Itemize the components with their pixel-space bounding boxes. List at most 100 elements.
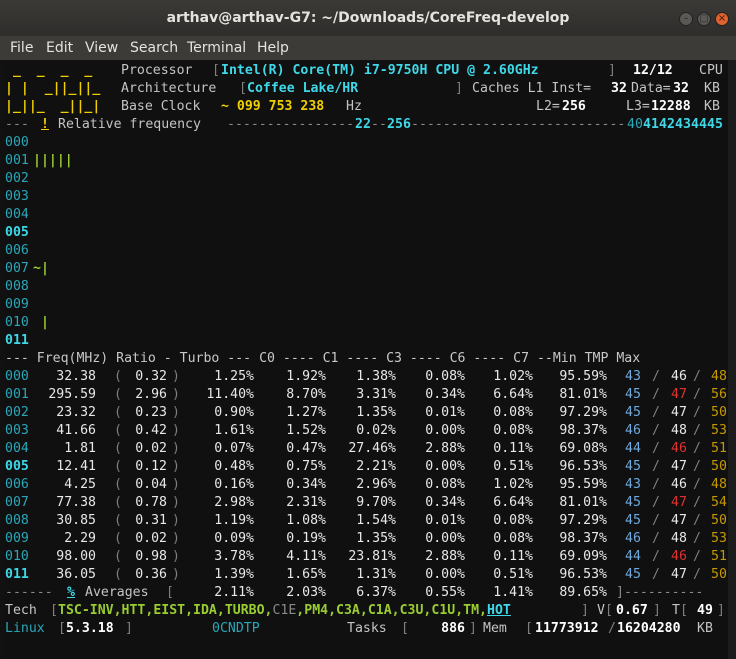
cell-c3: 0.00% (425, 423, 465, 438)
table-row: 010() 98.00 0.98 3.78% 4.11% 23.81% 2.88% 0.11%… (5, 549, 727, 564)
graph-row: 008 (5, 278, 728, 296)
core-id: 000 (5, 369, 29, 384)
menu-file[interactable]: File (10, 40, 33, 56)
cell-c6: 0.51% (493, 459, 533, 474)
voltage-label: V (597, 603, 605, 618)
cell-turbo: 0.16% (214, 477, 254, 492)
ratio-42: 42 (659, 117, 675, 132)
cell-ratio: 0.04 (135, 477, 167, 492)
table-row: 003() 41.66 0.42 1.61% 1.52% 0.02% 0.00% 0.08% 9… (5, 423, 727, 438)
tech-flag: C1A (367, 603, 392, 618)
table-row: 002() 23.32 0.23 0.90% 1.27% 1.35% 0.01% 0.08% 9… (5, 405, 727, 420)
tech-flag: TSC-INV (58, 603, 114, 618)
cell-c0: 2.31% (286, 495, 326, 510)
graph-row: 006 (5, 242, 728, 260)
l3-label: L3= (626, 99, 650, 114)
cell-c3: 0.00% (425, 531, 465, 546)
cell-c7: 97.29% (559, 405, 607, 420)
cell-freq: 41.66 (56, 423, 96, 438)
graph-row: 007 ~| (5, 260, 728, 278)
cell-c6: 0.51% (493, 567, 533, 582)
ratio-41: 41 (643, 117, 659, 132)
mem-unit: KB (697, 621, 713, 636)
cell-ratio: 0.98 (135, 549, 167, 564)
cell-min: 43 (625, 369, 641, 384)
cell-freq: 36.05 (56, 567, 96, 582)
bang-toggle[interactable]: ! (41, 116, 49, 134)
cell-turbo: 1.25% (214, 369, 254, 384)
menu-view[interactable]: View (85, 40, 118, 56)
table-row: 008() 30.85 0.31 1.19% 1.08% 1.54% 0.01% 0.08% 9… (5, 513, 727, 528)
corefreq-logo-line3: |_||_ _||_| (5, 99, 101, 114)
cell-min: 45 (625, 405, 641, 420)
cell-ratio: 0.02 (135, 441, 167, 456)
core-id: 010 (5, 315, 29, 330)
table-row: 001() 295.59 2.96 11.40% 8.70% 3.31% 0.34% 6.64… (5, 387, 727, 402)
core-id: 007 (5, 261, 29, 276)
window-title: arthav@arthav-G7: ~/Downloads/CoreFreq-d… (166, 10, 570, 26)
cell-c7: 98.37% (559, 423, 607, 438)
scrollbar[interactable] (728, 60, 736, 659)
graph-row: 000 (5, 134, 728, 152)
cell-min: 43 (625, 477, 641, 492)
frequency-bar: ~| (33, 261, 49, 276)
title-bar[interactable]: arthav@arthav-G7: ~/Downloads/CoreFreq-d… (0, 0, 736, 37)
cell-min: 45 (625, 513, 641, 528)
cell-tmp: 48 (671, 423, 687, 438)
frequency-bar: | (33, 315, 49, 330)
cell-max: 50 (711, 567, 727, 582)
cell-c1: 1.31% (356, 567, 396, 582)
tech-flag: TM (463, 603, 480, 618)
core-id: 009 (5, 297, 29, 312)
minimize-button[interactable]: – (679, 12, 693, 26)
core-id: 007 (5, 495, 29, 510)
cell-c0: 0.19% (286, 531, 326, 546)
menu-search[interactable]: Search (130, 40, 178, 56)
cell-freq: 23.32 (56, 405, 96, 420)
cell-c0: 1.52% (286, 423, 326, 438)
cell-c0: 0.34% (286, 477, 326, 492)
averages-label: Averages (85, 585, 149, 600)
cell-ratio: 0.23 (135, 405, 167, 420)
tech-flag: C1E (272, 603, 297, 618)
relative-frequency-ruler: --- ! Relative frequency ---------------… (5, 116, 723, 134)
cell-c3: 2.88% (425, 549, 465, 564)
terminal-screen[interactable]: _ _ _ _ Processor [ Intel(R) Core(TM) i7… (5, 60, 728, 659)
cell-c7: 96.53% (559, 459, 607, 474)
core-id: 003 (5, 189, 29, 204)
cell-ratio: 0.78 (135, 495, 167, 510)
relative-frequency-label: Relative frequency (58, 117, 201, 132)
cell-freq: 32.38 (56, 369, 96, 384)
l1-inst-value: 32 (611, 81, 627, 96)
cell-freq: 98.00 (56, 549, 96, 564)
l2-value: 256 (562, 99, 586, 114)
menu-terminal[interactable]: Terminal (187, 40, 246, 56)
cell-c0: 1.92% (286, 369, 326, 384)
cell-c0: 4.11% (286, 549, 326, 564)
menu-edit[interactable]: Edit (46, 40, 73, 56)
close-button[interactable]: × (715, 12, 729, 26)
core-id: 002 (5, 171, 29, 186)
corefreq-logo: _ _ _ _ (5, 63, 101, 78)
cell-max: 54 (711, 495, 727, 510)
architecture-label: Architecture (121, 81, 217, 96)
graph-row: 011 (5, 332, 728, 350)
tasks-label: Tasks (347, 621, 387, 636)
processor-label: Processor (121, 63, 193, 78)
cell-c1: 1.38% (356, 369, 396, 384)
mem-total: 16204280 (617, 621, 681, 636)
core-id: 000 (5, 135, 29, 150)
cell-max: 50 (711, 405, 727, 420)
cell-tmp: 47 (671, 495, 687, 510)
cell-freq: 77.38 (56, 495, 96, 510)
cell-c6: 6.64% (493, 495, 533, 510)
percent-toggle[interactable]: % (67, 584, 75, 602)
menu-help[interactable]: Help (257, 40, 289, 56)
ratio-45: 45 (707, 117, 723, 132)
status-row: Linux [ 5.3.18 ] 0CNDTP Tasks [ 886 ] Me… (5, 621, 713, 636)
tech-flag[interactable]: HOT (487, 603, 511, 618)
base-clock-value: ~ 099 753 238 (221, 99, 325, 114)
cell-turbo: 0.09% (214, 531, 254, 546)
maximize-button[interactable]: □ (697, 12, 711, 26)
cell-c0: 0.75% (286, 459, 326, 474)
